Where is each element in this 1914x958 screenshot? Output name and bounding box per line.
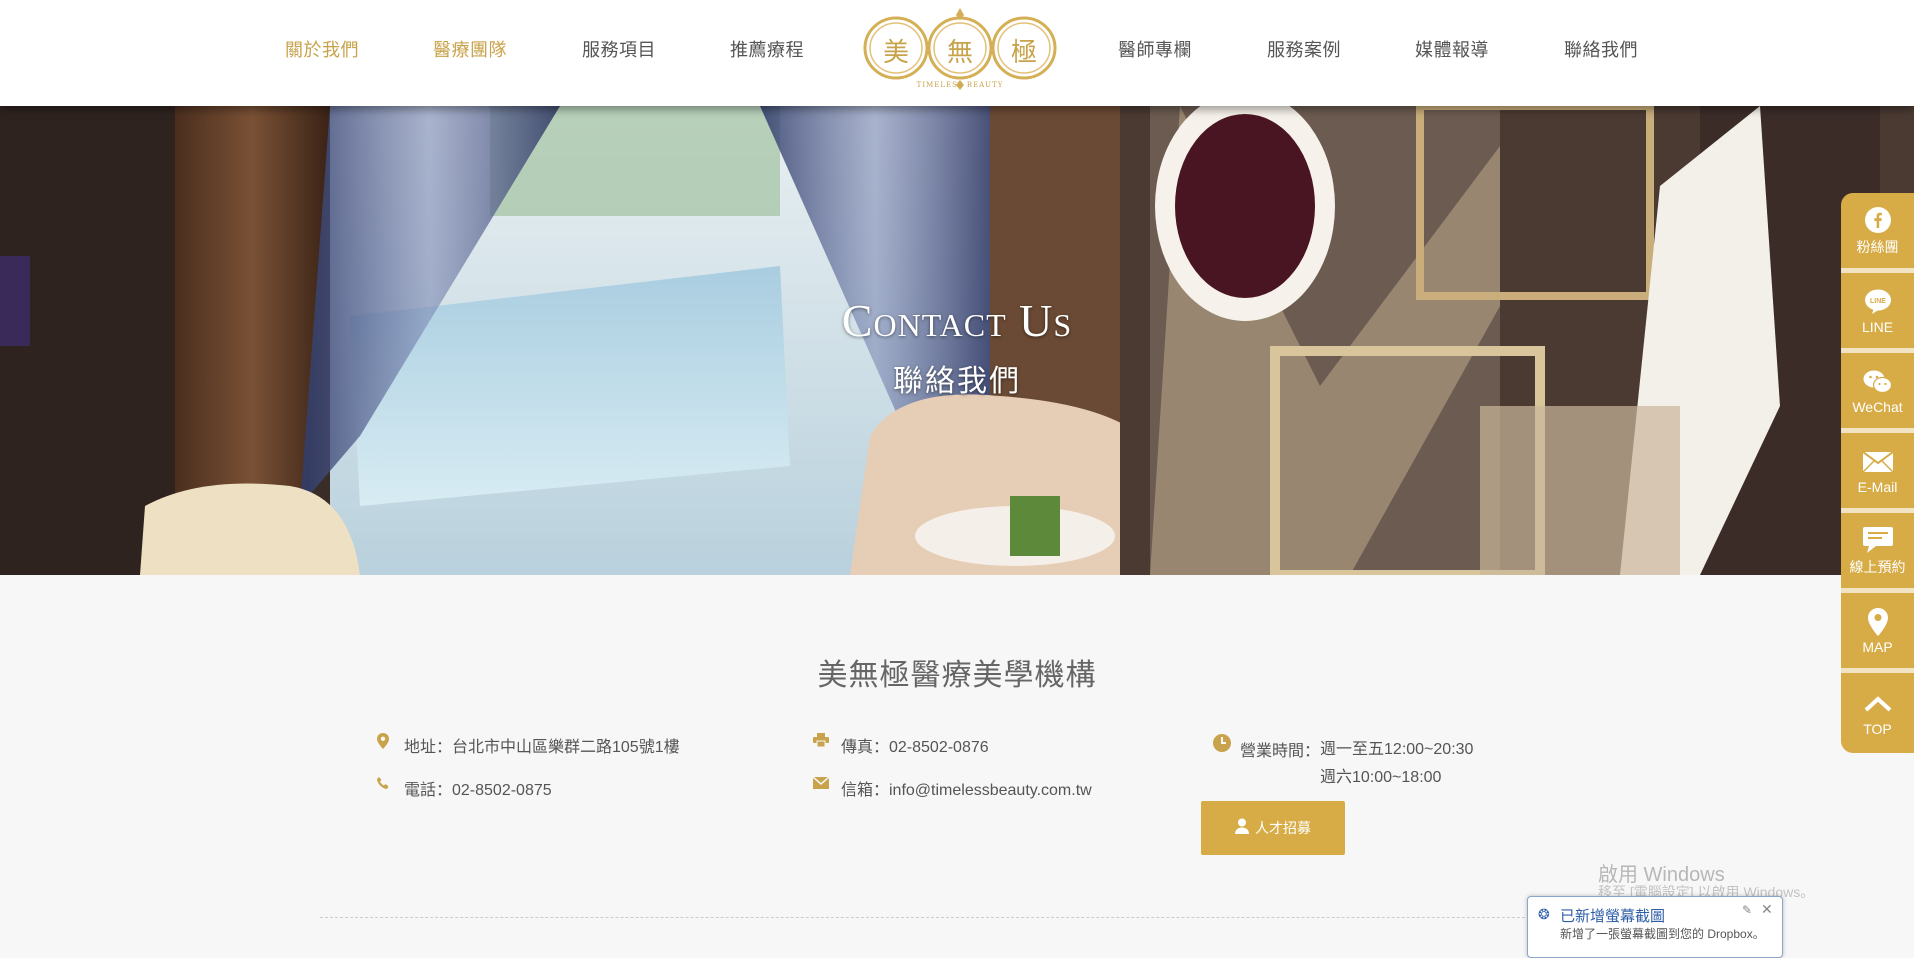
hero-subtitle: 聯絡我們 <box>893 365 1021 398</box>
logo-char-1: 美 <box>883 38 910 68</box>
site-header: 關於我們 醫療團隊 服務項目 推薦療程 美 無 極 TIMELESS BEAUT… <box>0 0 1914 106</box>
hours-info: 營業時間： 週一至五12:00~20:30 週六10:00~18:00 <box>1212 733 1473 787</box>
person-icon <box>1235 818 1249 839</box>
sidebar-line-label: LINE <box>1861 318 1894 335</box>
mail-icon <box>1862 447 1893 477</box>
hours-saturday: 週六10:00~18:00 <box>1320 769 1442 786</box>
phone-info: 電話：02-8502-0875 <box>376 776 552 800</box>
nav-cases[interactable]: 服務案例 <box>1267 36 1341 62</box>
close-icon[interactable]: ✕ <box>1761 901 1773 918</box>
nav-recommended-treatments[interactable]: 推薦療程 <box>730 36 804 62</box>
notification-text: 新增了一張螢幕截圖到您的 Dropbox。 <box>1560 927 1765 941</box>
recruitment-button-label: 人才招募 <box>1255 820 1311 836</box>
sidebar-line[interactable]: LINE LINE <box>1841 273 1914 353</box>
recruitment-button[interactable]: 人才招募 <box>1201 801 1345 855</box>
wechat-icon <box>1863 367 1893 397</box>
fax-info: 傳真：02-8502-0876 <box>813 733 989 757</box>
facebook-icon <box>1864 205 1891 235</box>
sidebar-online-booking-label: 線上預約 <box>1849 558 1906 575</box>
nav-medical-team[interactable]: 醫療團隊 <box>433 36 507 62</box>
sidebar-facebook-label: 粉絲團 <box>1856 238 1899 255</box>
clock-icon <box>1212 733 1234 757</box>
map-pin-icon <box>1867 607 1888 637</box>
nav-services[interactable]: 服務項目 <box>582 36 656 62</box>
sidebar-top-label: TOP <box>1863 721 1892 737</box>
svg-text:LINE: LINE <box>1870 298 1886 305</box>
organization-title: 美無極醫療美學機構 <box>817 659 1097 692</box>
hero-title: Contact Us <box>841 295 1073 346</box>
email-info: 信箱：info@timelessbeauty.com.tw <box>812 776 1092 800</box>
nav-doctor-column[interactable]: 醫師專欄 <box>1118 36 1192 62</box>
chevron-up-icon <box>1864 689 1892 719</box>
sidebar-email[interactable]: E-Mail <box>1841 433 1914 513</box>
address-text: 地址：台北市中山區樂群二路105號1樓 <box>404 739 680 756</box>
logo-char-2: 無 <box>947 38 974 68</box>
dropbox-notification[interactable]: ❂ 已新增螢幕截圖 新增了一張螢幕截圖到您的 Dropbox。 ✎ ✕ <box>1527 896 1783 958</box>
location-pin-icon <box>376 733 398 753</box>
address-info: 地址：台北市中山區樂群二路105號1樓 <box>376 733 680 757</box>
floating-sidebar: 粉絲團 LINE LINE WeChat E-Mail 線上預約 MAP TOP <box>1841 193 1914 753</box>
pin-icon[interactable]: ✎ <box>1742 903 1752 917</box>
sidebar-map[interactable]: MAP <box>1841 593 1914 673</box>
sidebar-facebook[interactable]: 粉絲團 <box>1841 193 1914 273</box>
sidebar-wechat[interactable]: WeChat <box>1841 353 1914 433</box>
site-logo[interactable]: 美 無 極 TIMELESS BEAUTY <box>860 6 1060 94</box>
nav-contact[interactable]: 聯絡我們 <box>1564 36 1638 62</box>
nav-about[interactable]: 關於我們 <box>285 36 359 62</box>
printer-icon <box>813 733 835 751</box>
logo-tagline: TIMELESS BEAUTY <box>916 81 1004 89</box>
envelope-icon <box>812 776 835 793</box>
line-icon: LINE <box>1864 287 1892 317</box>
section-divider <box>320 917 1580 918</box>
nav-media[interactable]: 媒體報導 <box>1415 36 1489 62</box>
phone-icon <box>376 776 398 794</box>
chat-bubble-icon <box>1862 525 1893 555</box>
sidebar-map-label: MAP <box>1862 638 1893 655</box>
email-text[interactable]: 信箱：info@timelessbeauty.com.tw <box>841 776 1092 800</box>
hero-banner: Contact Us 聯絡我們 <box>0 106 1914 575</box>
phone-text[interactable]: 電話：02-8502-0875 <box>404 776 552 800</box>
sidebar-online-booking[interactable]: 線上預約 <box>1841 513 1914 593</box>
hours-weekday: 週一至五12:00~20:30 <box>1320 741 1474 758</box>
fax-text: 傳真：02-8502-0876 <box>841 739 989 756</box>
sidebar-back-to-top[interactable]: TOP <box>1841 673 1914 753</box>
sidebar-email-label: E-Mail <box>1857 478 1898 495</box>
logo-char-3: 極 <box>1011 38 1038 68</box>
sidebar-wechat-label: WeChat <box>1852 398 1903 415</box>
notification-title: 已新增螢幕截圖 <box>1560 908 1666 925</box>
hours-label: 營業時間： <box>1240 743 1321 760</box>
dropbox-icon: ❂ <box>1538 906 1550 922</box>
